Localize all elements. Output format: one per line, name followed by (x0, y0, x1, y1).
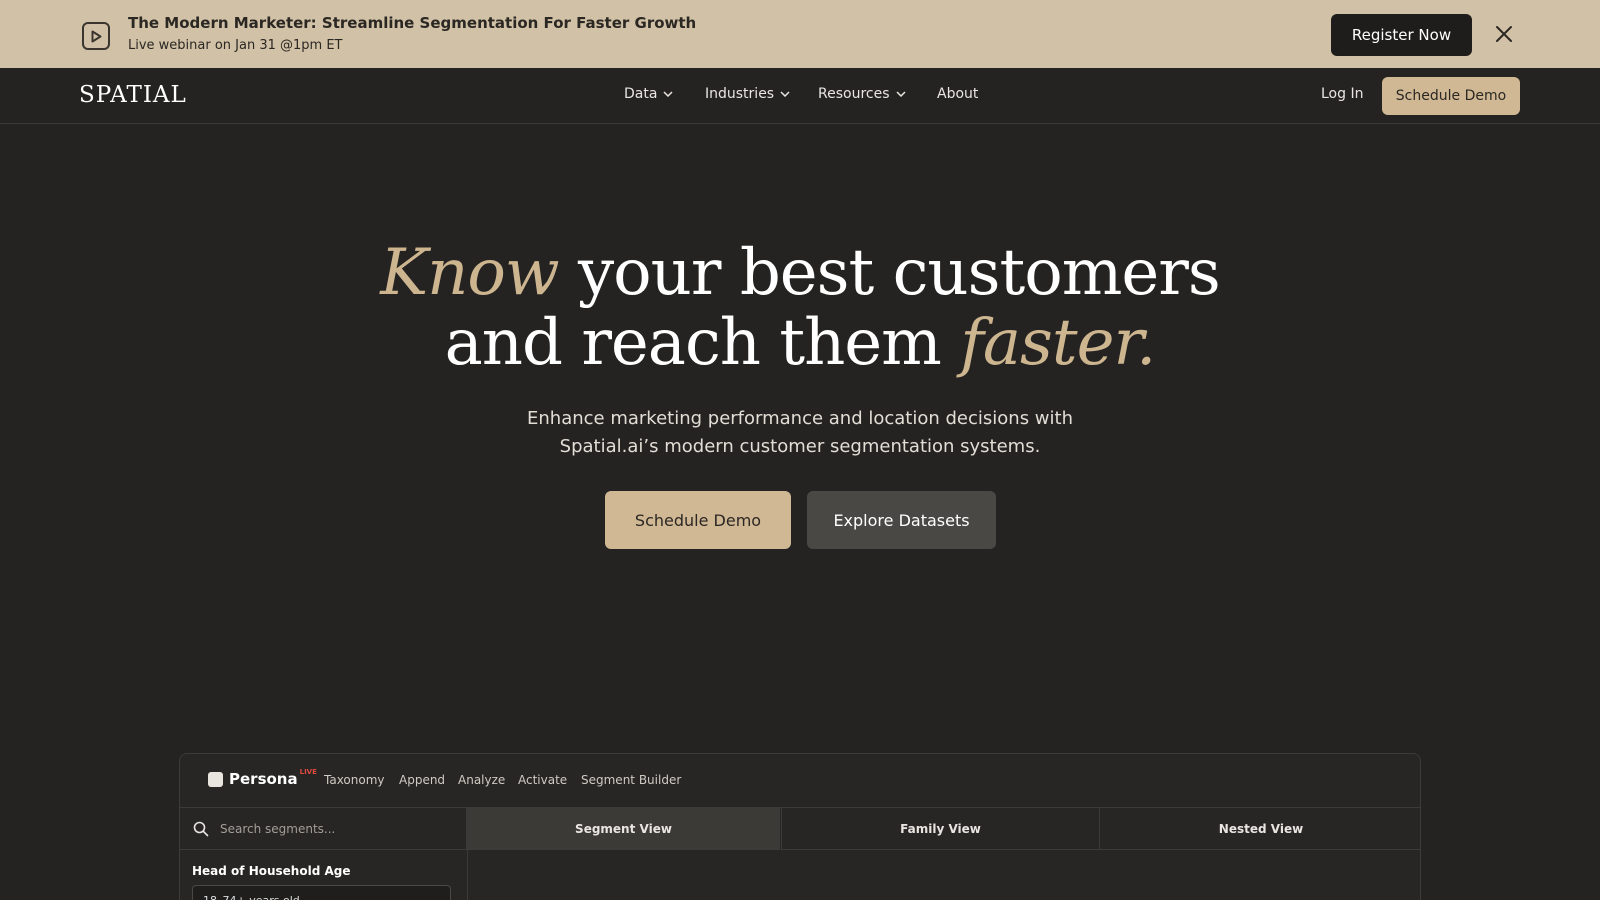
chevron-down-icon (780, 91, 790, 97)
tab-family-view[interactable]: Family View (781, 808, 1099, 850)
app-top-bar: Persona LIVE Taxonomy Append Analyze Act… (180, 754, 1420, 808)
hero-emphasis-faster: faster. (960, 306, 1156, 380)
log-in-link[interactable]: Log In (1321, 86, 1363, 102)
hero-subtitle-line-2: Spatial.ai’s modern customer segmentatio… (559, 436, 1041, 457)
hero-schedule-demo-button[interactable]: Schedule Demo (605, 491, 791, 549)
search-input[interactable] (220, 818, 450, 840)
chevron-down-icon (663, 91, 673, 97)
segment-search (180, 808, 467, 850)
nav-item-data[interactable]: Data (624, 86, 673, 102)
nav-item-label: Industries (705, 86, 775, 102)
panel-divider (467, 850, 468, 900)
register-now-button[interactable]: Register Now (1331, 14, 1472, 56)
age-filter-select[interactable]: 18–74+ years old (192, 885, 451, 900)
hero-subtitle-line-1: Enhance marketing performance and locati… (527, 408, 1073, 429)
persona-name: Persona (229, 770, 298, 788)
nav-item-resources[interactable]: Resources (818, 86, 906, 102)
hero-emphasis-know: Know (380, 236, 559, 310)
close-icon[interactable] (1492, 22, 1516, 46)
app-tab-segment-builder[interactable]: Segment Builder (581, 773, 681, 787)
nav-item-label: Resources (818, 86, 890, 102)
spatial-logo[interactable]: SPATIAL (79, 82, 187, 108)
nav-item-label: Data (624, 86, 658, 102)
play-icon (82, 22, 110, 50)
banner-subtitle: Live webinar on Jan 31 @1pm ET (128, 38, 343, 53)
nav-schedule-demo-button[interactable]: Schedule Demo (1382, 77, 1520, 115)
app-tab-analyze[interactable]: Analyze (458, 773, 505, 787)
app-tab-activate[interactable]: Activate (518, 773, 567, 787)
hero-heading-text-1: your best customers (558, 236, 1221, 310)
app-tab-append[interactable]: Append (399, 773, 445, 787)
nav-item-label: About (937, 86, 979, 102)
banner-title: The Modern Marketer: Streamline Segmenta… (128, 14, 697, 32)
app-tab-taxonomy[interactable]: Taxonomy (324, 773, 385, 787)
nav-item-about[interactable]: About (937, 86, 978, 102)
persona-logo: Persona LIVE (208, 768, 317, 788)
hero-heading-text-2: and reach them (444, 306, 961, 380)
search-icon (193, 821, 209, 837)
chevron-down-icon (895, 91, 906, 97)
hero-heading-line-1: Know your best customers (0, 236, 1600, 310)
nav-item-industries[interactable]: Industries (705, 86, 790, 102)
live-badge: LIVE (299, 768, 317, 776)
app-preview: Persona LIVE Taxonomy Append Analyze Act… (179, 753, 1421, 900)
tab-segment-view[interactable]: Segment View (467, 808, 780, 850)
announcement-banner: The Modern Marketer: Streamline Segmenta… (0, 0, 1600, 68)
persona-icon (208, 771, 223, 787)
hero-heading-line-2: and reach them faster. (0, 306, 1600, 380)
tab-nested-view[interactable]: Nested View (1099, 808, 1420, 850)
top-nav: SPATIAL Data Industries Resources About … (0, 68, 1600, 124)
filter-label: Head of Household Age (192, 864, 351, 878)
hero-subtitle: Enhance marketing performance and locati… (0, 405, 1600, 461)
explore-datasets-button[interactable]: Explore Datasets (807, 491, 996, 549)
